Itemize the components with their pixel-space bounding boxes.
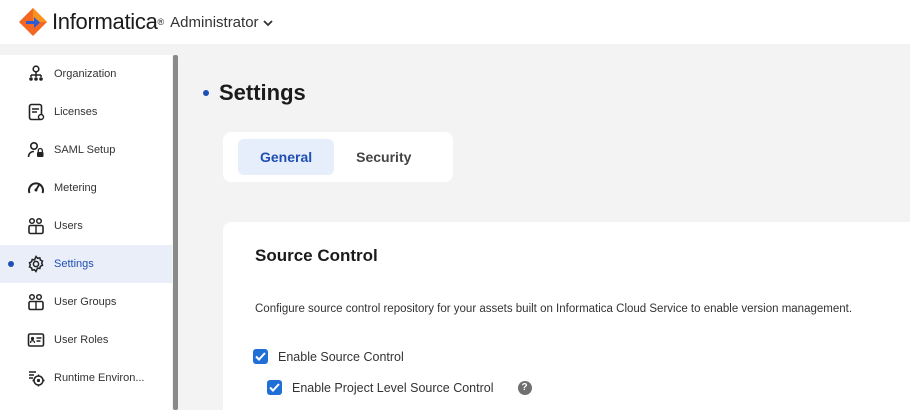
active-indicator-dot: [8, 261, 14, 267]
informatica-logo-icon[interactable]: [18, 7, 48, 37]
metering-icon: [26, 178, 46, 198]
sidebar-item-label: User Roles: [54, 334, 109, 346]
sidebar-item-user-groups[interactable]: User Groups: [0, 283, 172, 321]
app-switcher-label: Administrator: [170, 13, 259, 31]
checkmark-icon: [269, 383, 280, 392]
page-title: Settings: [203, 80, 306, 106]
sidebar-item-label: Settings: [54, 258, 94, 270]
sidebar-item-label: User Groups: [54, 296, 117, 308]
gear-icon: [26, 254, 46, 274]
user-groups-icon: [26, 292, 46, 312]
sidebar-item-label: Users: [54, 220, 83, 232]
source-control-card: Source Control Configure source control …: [223, 222, 910, 410]
sidebar-item-label: Licenses: [54, 106, 98, 118]
user-roles-icon: [26, 330, 46, 350]
title-bullet-dot: [203, 90, 209, 96]
sidebar: Organization Licenses SAML Setup Meterin…: [0, 55, 172, 410]
sidebar-item-label: Organization: [54, 68, 117, 80]
brand-name: Informatica: [52, 9, 158, 34]
enable-project-level-source-control-checkbox[interactable]: [267, 380, 282, 395]
settings-tabs: General Security: [223, 132, 453, 182]
sidebar-item-runtime-environments[interactable]: Runtime Environ...: [0, 359, 172, 397]
section-title: Source Control: [255, 246, 378, 265]
tab-security[interactable]: Security: [334, 139, 433, 175]
section-description: Configure source control repository for …: [255, 303, 853, 315]
sidebar-item-settings[interactable]: Settings: [0, 245, 172, 283]
brand-registered-mark: ®: [157, 17, 165, 27]
sidebar-item-users[interactable]: Users: [0, 207, 172, 245]
sidebar-item-organization[interactable]: Organization: [0, 55, 172, 93]
sidebar-item-user-roles[interactable]: User Roles: [0, 321, 172, 359]
help-icon[interactable]: ?: [517, 380, 532, 395]
sidebar-item-licenses[interactable]: Licenses: [0, 93, 172, 131]
sidebar-item-metering[interactable]: Metering: [0, 169, 172, 207]
sidebar-item-label: Runtime Environ...: [54, 372, 145, 384]
enable-project-level-source-control-option: Enable Project Level Source Control ?: [267, 380, 532, 395]
page-title-text: Settings: [219, 80, 306, 105]
chevron-down-icon: [262, 20, 273, 27]
licenses-icon: [26, 102, 46, 122]
sidebar-item-label: Metering: [54, 182, 97, 194]
organization-icon: [26, 64, 46, 84]
saml-setup-icon: [26, 140, 46, 160]
sidebar-scrollbar[interactable]: [173, 55, 178, 410]
enable-source-control-option: Enable Source Control: [253, 349, 404, 364]
enable-project-level-source-control-label: Enable Project Level Source Control: [292, 380, 494, 395]
enable-source-control-label: Enable Source Control: [278, 349, 404, 364]
sidebar-item-saml-setup[interactable]: SAML Setup: [0, 131, 172, 169]
users-icon: [26, 216, 46, 236]
enable-source-control-checkbox[interactable]: [253, 349, 268, 364]
top-header: Informatica ® Administrator: [0, 0, 910, 44]
runtime-environment-icon: [26, 368, 46, 388]
tab-general[interactable]: General: [238, 139, 335, 175]
app-switcher[interactable]: Administrator: [170, 13, 273, 31]
checkmark-icon: [255, 352, 266, 361]
sidebar-item-label: SAML Setup: [54, 144, 116, 156]
